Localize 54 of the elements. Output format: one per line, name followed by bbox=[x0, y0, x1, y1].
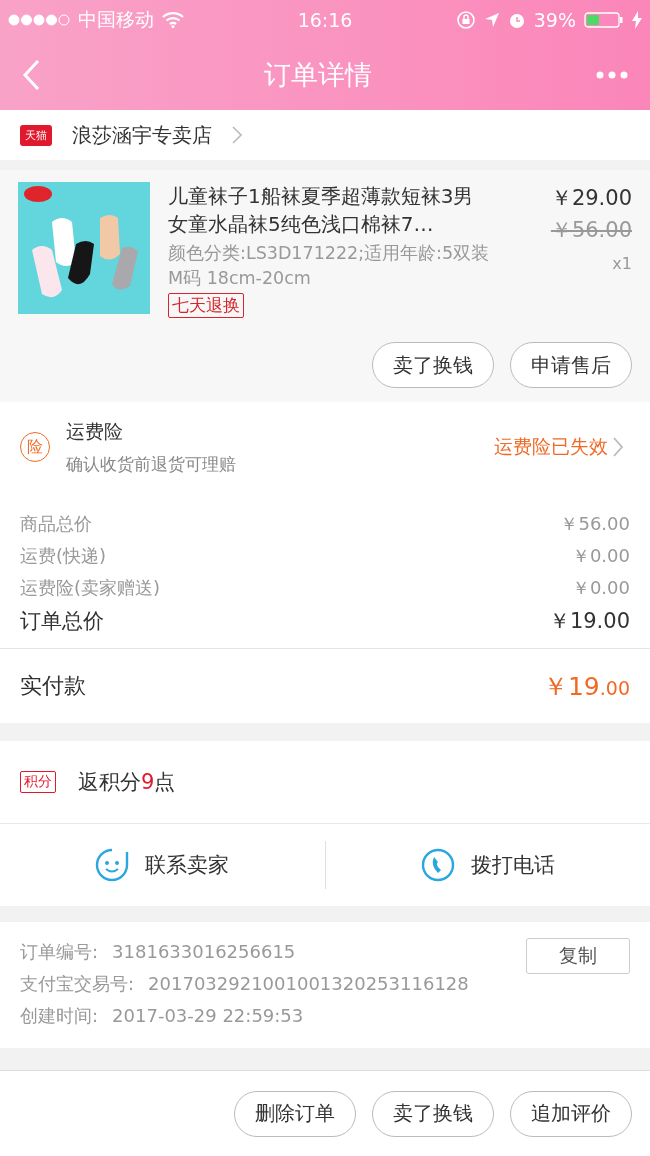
rotation-lock-icon bbox=[455, 10, 476, 30]
total-label: 订单总价 bbox=[20, 608, 104, 635]
info-label: 创建时间: bbox=[20, 1004, 99, 1028]
action-button[interactable]: 申请售后 bbox=[510, 342, 632, 388]
copy-button[interactable]: 复制 bbox=[526, 938, 630, 974]
charging-icon bbox=[632, 11, 642, 29]
chevron-icon bbox=[232, 126, 242, 144]
chat-icon bbox=[95, 848, 130, 882]
quantity: x1 bbox=[611, 254, 632, 273]
points-text: 返积分9点 bbox=[78, 769, 176, 796]
paid-amount: ￥19.00 bbox=[542, 670, 630, 703]
original-price: ￥56.00 bbox=[549, 217, 632, 244]
action-button[interactable]: 卖了换钱 bbox=[372, 342, 494, 388]
product-title: 儿童袜子1船袜夏季超薄款短袜3男女童水晶袜5纯色浅口棉袜7… bbox=[168, 183, 475, 238]
phone-icon bbox=[420, 848, 455, 882]
insurance-title: 运费险 bbox=[66, 418, 124, 444]
product-price: ￥29.00 bbox=[549, 185, 632, 212]
insurance-note: 确认收货前退货可理赔 bbox=[66, 452, 236, 476]
info-value: 3181633016256615 bbox=[112, 940, 296, 964]
points-badge: 积分 bbox=[20, 771, 56, 793]
action-button[interactable]: 删除订单 bbox=[234, 1090, 356, 1137]
more-icon[interactable] bbox=[596, 71, 628, 79]
info-value: 2017-03-29 22:59:53 bbox=[112, 1004, 304, 1028]
action-button[interactable]: 追加评价 bbox=[510, 1090, 632, 1137]
store-badge: 天猫 bbox=[20, 124, 52, 146]
signal-icon bbox=[8, 14, 70, 26]
product-variant: 颜色分类:LS3D171222;适用年龄:5双装M码 18cm-20cm bbox=[168, 242, 490, 290]
product-card[interactable]: 儿童袜子1船袜夏季超薄款短袜3男女童水晶袜5纯色浅口棉袜7… 颜色分类:LS3D171222;适用年龄:5双装M码 18cm-20cm 七天退换 ￥29.00 ￥56.00 x1 卖了换钱 申请售后 bbox=[0, 170, 650, 402]
cost-label: 商品总价 bbox=[20, 512, 92, 536]
action-button[interactable]: 卖了换钱 bbox=[372, 1090, 494, 1137]
clock-time: 16:16 bbox=[297, 9, 353, 31]
store-name[interactable]: 浪莎涵宇专卖店 bbox=[72, 121, 212, 149]
contact-button[interactable]: 拨打电话 bbox=[325, 824, 650, 906]
cost-label: 运费险(卖家赠送) bbox=[20, 576, 161, 600]
paid-label: 实付款 bbox=[20, 672, 86, 700]
info-value: 2017032921001001320253116128 bbox=[148, 972, 469, 996]
back-icon[interactable] bbox=[22, 59, 40, 91]
location-icon bbox=[483, 12, 500, 28]
cost-value: ￥0.00 bbox=[571, 576, 630, 600]
wifi-icon bbox=[162, 12, 184, 28]
cost-value: ￥0.00 bbox=[571, 544, 630, 568]
contact-button[interactable]: 联系卖家 bbox=[0, 824, 325, 906]
info-label: 订单编号: bbox=[20, 940, 99, 964]
return-policy-tag: 七天退换 bbox=[168, 293, 244, 318]
alarm-icon bbox=[507, 11, 526, 29]
page-title: 订单详情 bbox=[264, 58, 372, 92]
chevron-icon bbox=[612, 436, 624, 458]
cost-label: 运费(快递) bbox=[20, 544, 107, 568]
total-value: ￥19.00 bbox=[548, 608, 630, 635]
battery-icon bbox=[584, 11, 624, 29]
battery-percent: 39% bbox=[533, 9, 576, 31]
info-label: 支付宝交易号: bbox=[20, 972, 135, 996]
cost-value: ￥56.00 bbox=[560, 512, 630, 536]
carrier-name: 中国移动 bbox=[78, 7, 154, 32]
